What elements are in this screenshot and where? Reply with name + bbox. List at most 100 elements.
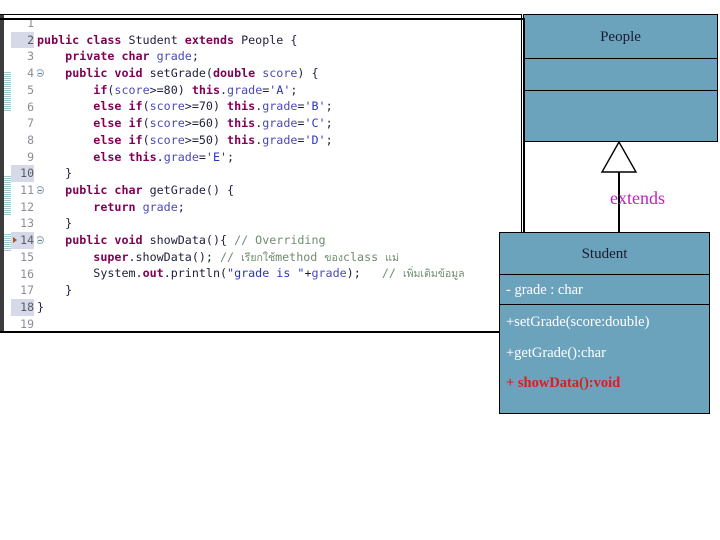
student-operation-getgrade: +getGrade():char [506, 344, 606, 361]
code-token: People { [241, 32, 298, 47]
connector-horizontal-top [0, 18, 524, 20]
code-line: public void showData(){ // Overriding [37, 232, 521, 249]
code-token: score [149, 99, 185, 114]
code-token: return [93, 199, 143, 214]
line-number: 5 [27, 82, 34, 97]
line-number: 11 [20, 183, 34, 197]
line-number: 4 [27, 66, 34, 81]
code-token: ( [142, 116, 150, 131]
code-token: >=60) [184, 116, 228, 131]
code-token: score [149, 132, 185, 147]
code-token: this [227, 99, 256, 114]
line-number: 16 [20, 266, 34, 281]
code-token: >=70) [184, 99, 228, 114]
code-token: this [191, 82, 220, 97]
code-token: ; [325, 116, 333, 131]
code-token: grade [163, 149, 199, 164]
code-token: grade [156, 49, 192, 64]
people-title-compartment: People [524, 15, 717, 59]
code-token: 'E' [205, 149, 228, 164]
code-token: getGrade() { [149, 182, 235, 197]
code-line: super.showData(); // เรียกใช้method ของc… [37, 249, 521, 266]
code-token: .println( [163, 266, 228, 281]
code-token: class [342, 249, 386, 264]
code-line: private char grade; [37, 48, 521, 65]
line-number: 18 [11, 298, 34, 316]
line-number: 8 [27, 132, 34, 147]
code-token: Student [128, 32, 185, 47]
code-token: = [198, 149, 206, 164]
people-operations-compartment [524, 91, 717, 141]
code-token: เรียกใช้ [241, 251, 276, 264]
code-line: public class Student extends People { [37, 32, 521, 49]
line-number: 15 [20, 249, 34, 264]
code-token: .showData(); [128, 249, 220, 264]
code-token: score [149, 116, 185, 131]
code-token: ของ [324, 251, 343, 264]
code-token: public class [37, 32, 129, 47]
java-code-editor-panel[interactable]: 1 2 3 4 5 6 7 8 9 10 11 12 13 14 15 16 17 18 19 public cla… [0, 14, 522, 333]
code-token: grade [262, 132, 298, 147]
generalization-arrow-icon [600, 140, 638, 173]
code-token: score [262, 66, 298, 81]
code-token: "grade is " [227, 266, 305, 281]
uml-class-box-people[interactable]: People [523, 14, 718, 142]
editor-change-bar-1 [4, 71, 11, 111]
code-token: } [37, 299, 45, 314]
code-token: private char [65, 49, 157, 64]
code-token: else if [93, 132, 143, 147]
code-token: ) { [297, 66, 319, 81]
line-number: 12 [20, 199, 34, 214]
editor-line-number-gutter: 1 2 3 4 5 6 7 8 9 10 11 12 13 14 15 16 17 18 19 [11, 15, 44, 332]
code-line: public void setGrade(double score) { [37, 65, 521, 82]
people-attributes [524, 59, 717, 68]
code-token: } [37, 166, 73, 181]
code-line: else if(score>=50) this.grade='D'; [37, 132, 521, 149]
override-marker-icon [13, 237, 17, 244]
code-token: 'D' [304, 132, 326, 147]
code-token: showData(){ [149, 232, 235, 247]
code-token: extends [184, 32, 242, 47]
editor-margin-strip [4, 15, 11, 332]
student-operation-showdata: + showData():void [506, 375, 621, 391]
code-token: ( [142, 99, 150, 114]
code-token: public void [65, 232, 150, 247]
code-token: ; [290, 82, 298, 97]
code-token: 'A' [269, 82, 291, 97]
code-token: super [93, 249, 129, 264]
extends-relationship-label: extends [610, 188, 665, 208]
student-title-compartment: Student [500, 233, 709, 275]
connector-horizontal-bottom [0, 331, 500, 333]
code-token: ); [346, 266, 382, 281]
people-class-name: People [600, 29, 641, 45]
code-token: out [142, 266, 164, 281]
code-line: else this.grade='E'; [37, 149, 521, 166]
line-number: 19 [20, 316, 34, 331]
code-token: System. [37, 266, 143, 281]
editor-change-bar-3 [4, 233, 11, 251]
people-operations [524, 91, 717, 100]
uml-class-box-student[interactable]: Student - grade : char +setGrade(score:d… [499, 232, 710, 414]
code-token: 'C' [304, 116, 326, 131]
code-line: else if(score>=60) this.grade='C'; [37, 115, 521, 132]
code-token: . [220, 82, 228, 97]
code-token: method [275, 249, 325, 264]
line-number: 13 [20, 216, 34, 231]
people-attributes-compartment [524, 59, 717, 91]
code-token: >=80) [149, 82, 192, 97]
code-token: } [37, 283, 73, 297]
code-token: grade [262, 116, 298, 131]
code-token: } [37, 216, 73, 231]
code-token: this [227, 132, 256, 147]
code-token: grade [262, 99, 298, 114]
editor-code-area[interactable]: public class Student extends People { pr… [37, 15, 521, 332]
